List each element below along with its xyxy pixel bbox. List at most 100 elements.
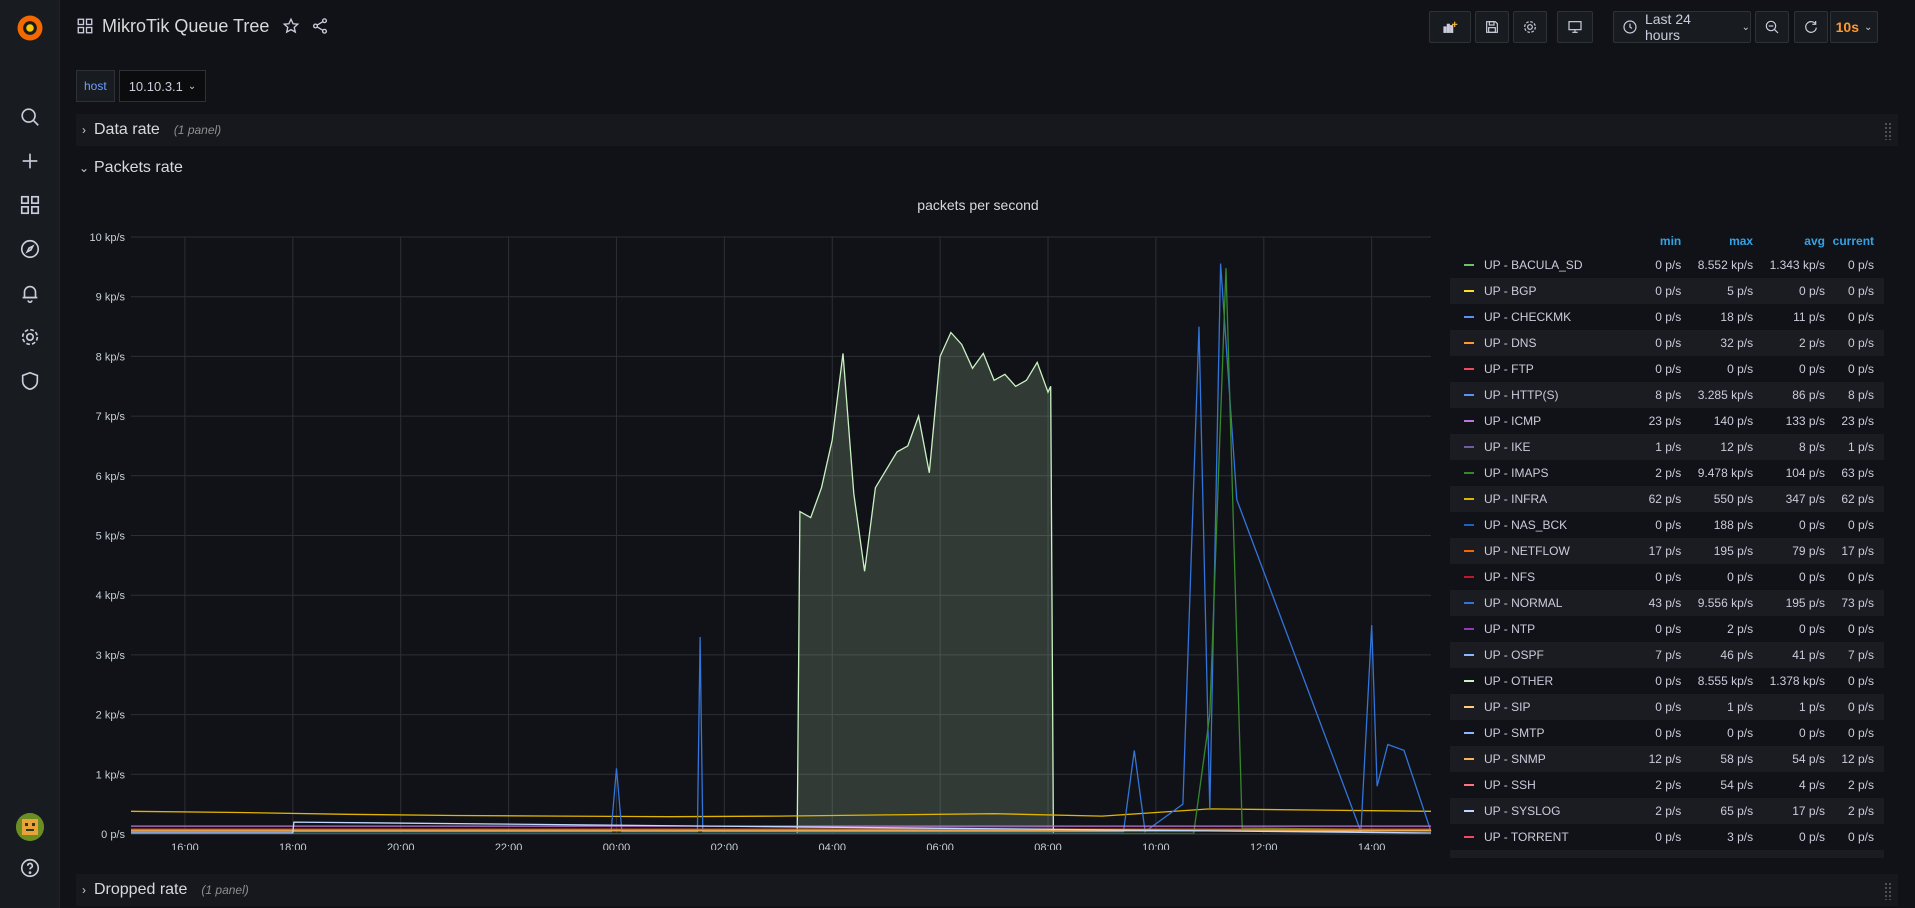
create-plus-icon[interactable]: [14, 145, 46, 177]
legend-series-name[interactable]: UP - IKE: [1484, 440, 1530, 454]
legend-item[interactable]: UP - NFS 0 p/s 0 p/s 0 p/s 0 p/s: [1450, 564, 1884, 590]
legend-series-name[interactable]: UP - SMTP: [1484, 726, 1544, 740]
refresh-button[interactable]: [1794, 11, 1828, 43]
row-data-rate[interactable]: › Data rate (1 panel): [76, 114, 1898, 146]
legend-series-name[interactable]: UP - ICMP: [1484, 414, 1541, 428]
legend-item[interactable]: UP - SIP 0 p/s 1 p/s 1 p/s 0 p/s: [1450, 694, 1884, 720]
legend-series-name[interactable]: UP - FTP: [1484, 362, 1534, 376]
alerting-bell-icon[interactable]: [14, 277, 46, 309]
legend-item[interactable]: UP - SSH 2 p/s 54 p/s 4 p/s 2 p/s: [1450, 772, 1884, 798]
legend-series-name[interactable]: UP - INFRA: [1484, 492, 1547, 506]
share-icon[interactable]: [311, 17, 331, 37]
help-icon[interactable]: [14, 852, 46, 884]
legend-series-name[interactable]: UP - SIP: [1484, 700, 1530, 714]
series-color-swatch[interactable]: [1464, 394, 1474, 396]
legend-item[interactable]: UP - IKE 1 p/s 12 p/s 8 p/s 1 p/s: [1450, 434, 1884, 460]
configuration-gear-icon[interactable]: [14, 321, 46, 353]
series-color-swatch[interactable]: [1464, 576, 1474, 578]
series-color-swatch[interactable]: [1464, 550, 1474, 552]
drag-handle-icon[interactable]: [1884, 882, 1892, 900]
legend-series-name[interactable]: UP - DNS: [1484, 336, 1536, 350]
series-color-swatch[interactable]: [1464, 784, 1474, 786]
host-variable-select[interactable]: 10.10.3.1 ⌄: [118, 70, 207, 102]
series-color-swatch[interactable]: [1464, 836, 1474, 838]
legend-item[interactable]: UP - INFRA 62 p/s 550 p/s 347 p/s 62 p/s: [1450, 486, 1884, 512]
drag-handle-icon[interactable]: [1884, 122, 1892, 140]
legend-series-name[interactable]: UP - SYSLOG: [1484, 804, 1560, 818]
legend-item[interactable]: UP - ICMP 23 p/s 140 p/s 133 p/s 23 p/s: [1450, 408, 1884, 434]
legend-item[interactable]: UP - FTP 0 p/s 0 p/s 0 p/s 0 p/s: [1450, 356, 1884, 382]
legend-item[interactable]: UP - NAS_BCK 0 p/s 188 p/s 0 p/s 0 p/s: [1450, 512, 1884, 538]
refresh-interval-picker[interactable]: 10s ⌄: [1830, 11, 1878, 43]
legend-series-name[interactable]: UP - IMAPS: [1484, 466, 1548, 480]
cycle-view-mode-button[interactable]: [1557, 11, 1593, 43]
series-color-swatch[interactable]: [1464, 654, 1474, 656]
legend-item[interactable]: UP - TORRENT 0 p/s 3 p/s 0 p/s 0 p/s: [1450, 824, 1884, 850]
series-color-swatch[interactable]: [1464, 602, 1474, 604]
series-color-swatch[interactable]: [1464, 342, 1474, 344]
series-color-swatch[interactable]: [1464, 420, 1474, 422]
add-panel-button[interactable]: [1429, 11, 1471, 43]
user-avatar[interactable]: [16, 813, 44, 841]
legend-item[interactable]: UP - IMAPS 2 p/s 9.478 kp/s 104 p/s 63 p/s: [1450, 460, 1884, 486]
legend-series-name[interactable]: UP - OTHER: [1484, 674, 1553, 688]
legend-series-name[interactable]: UP - NTP: [1484, 622, 1535, 636]
legend-item[interactable]: UP - BGP 0 p/s 5 p/s 0 p/s 0 p/s: [1450, 278, 1884, 304]
legend-item[interactable]: UP - NORMAL 43 p/s 9.556 kp/s 195 p/s 73 p/s: [1450, 590, 1884, 616]
legend-series-name[interactable]: UP - CHECKMK: [1484, 310, 1571, 324]
series-color-swatch[interactable]: [1464, 680, 1474, 682]
star-icon[interactable]: [282, 17, 302, 37]
series-color-swatch[interactable]: [1464, 316, 1474, 318]
zoom-out-button[interactable]: [1755, 11, 1789, 43]
time-range-picker[interactable]: Last 24 hours ⌄: [1613, 11, 1751, 43]
series-color-swatch[interactable]: [1464, 498, 1474, 500]
server-admin-shield-icon[interactable]: [14, 365, 46, 397]
legend-series-name[interactable]: UP - UNSPECIFIED: [1484, 856, 1592, 858]
series-color-swatch[interactable]: [1464, 290, 1474, 292]
search-icon[interactable]: [14, 101, 46, 133]
legend-series-name[interactable]: UP - HTTP(S): [1484, 388, 1558, 402]
legend-series-name[interactable]: UP - NORMAL: [1484, 596, 1562, 610]
save-dashboard-button[interactable]: [1475, 11, 1509, 43]
legend-item[interactable]: UP - NETFLOW 17 p/s 195 p/s 79 p/s 17 p/s: [1450, 538, 1884, 564]
series-color-swatch[interactable]: [1464, 732, 1474, 734]
series-color-swatch[interactable]: [1464, 706, 1474, 708]
series-color-swatch[interactable]: [1464, 446, 1474, 448]
grafana-logo-icon[interactable]: [14, 12, 46, 44]
row-dropped-rate[interactable]: › Dropped rate (1 panel): [76, 874, 1898, 906]
series-color-swatch[interactable]: [1464, 628, 1474, 630]
series-color-swatch[interactable]: [1464, 368, 1474, 370]
legend-series-name[interactable]: UP - BGP: [1484, 284, 1536, 298]
dashboards-icon[interactable]: [14, 189, 46, 221]
series-color-swatch[interactable]: [1464, 264, 1474, 266]
dashboard-title[interactable]: MikroTik Queue Tree: [102, 16, 269, 37]
legend-item[interactable]: UP - OTHER 0 p/s 8.555 kp/s 1.378 kp/s 0 p/s: [1450, 668, 1884, 694]
series-color-swatch[interactable]: [1464, 758, 1474, 760]
explore-compass-icon[interactable]: [14, 233, 46, 265]
panel-title[interactable]: packets per second: [76, 197, 1880, 213]
legend-item[interactable]: UP - HTTP(S) 8 p/s 3.285 kp/s 86 p/s 8 p/s: [1450, 382, 1884, 408]
legend-item[interactable]: UP - BACULA_SD 0 p/s 8.552 kp/s 1.343 kp/s 0…: [1450, 252, 1884, 278]
packets-per-second-graph[interactable]: 0 p/s 1 kp/s 2 kp/s 3 kp/s 4 kp/s 5 kp/s 6 kp/…: [76, 230, 1436, 850]
legend-series-name[interactable]: UP - NFS: [1484, 570, 1535, 584]
legend-series-name[interactable]: UP - NAS_BCK: [1484, 518, 1567, 532]
legend-item[interactable]: UP - NTP 0 p/s 2 p/s 0 p/s 0 p/s: [1450, 616, 1884, 642]
legend-item[interactable]: UP - DNS 0 p/s 32 p/s 2 p/s 0 p/s: [1450, 330, 1884, 356]
legend-series-name[interactable]: UP - SNMP: [1484, 752, 1546, 766]
legend-item[interactable]: UP - SYSLOG 2 p/s 65 p/s 17 p/s 2 p/s: [1450, 798, 1884, 824]
legend-item[interactable]: UP - UNSPECIFIED0 p/s357 p/s34 p/s0 p/s: [1450, 850, 1884, 858]
legend-series-name[interactable]: UP - BACULA_SD: [1484, 258, 1582, 272]
legend-header-avg[interactable]: avg: [1753, 234, 1825, 252]
legend-item[interactable]: UP - OSPF 7 p/s 46 p/s 41 p/s 7 p/s: [1450, 642, 1884, 668]
legend-series-name[interactable]: UP - OSPF: [1484, 648, 1544, 662]
legend-series-name[interactable]: UP - SSH: [1484, 778, 1536, 792]
legend-header-current[interactable]: current: [1825, 234, 1884, 252]
legend-header-max[interactable]: max: [1681, 234, 1753, 252]
series-color-swatch[interactable]: [1464, 524, 1474, 526]
legend-item[interactable]: UP - CHECKMK 0 p/s 18 p/s 11 p/s 0 p/s: [1450, 304, 1884, 330]
row-packets-rate[interactable]: ⌄ Packets rate: [76, 152, 1898, 184]
legend-item[interactable]: UP - SNMP 12 p/s 58 p/s 54 p/s 12 p/s: [1450, 746, 1884, 772]
legend-series-name[interactable]: UP - TORRENT: [1484, 830, 1569, 844]
legend-item[interactable]: UP - SMTP 0 p/s 0 p/s 0 p/s 0 p/s: [1450, 720, 1884, 746]
dashboard-settings-button[interactable]: [1513, 11, 1547, 43]
